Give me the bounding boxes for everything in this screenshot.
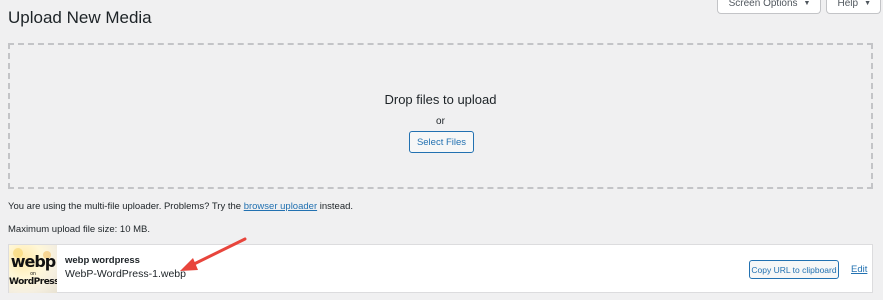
thumbnail-logo-wordpress: WordPress xyxy=(9,277,57,287)
drop-zone-or: or xyxy=(436,116,445,127)
page-title: Upload New Media xyxy=(8,8,152,27)
drop-zone-title: Drop files to upload xyxy=(384,92,497,107)
thumbnail-logo-webp: webp xyxy=(10,252,57,271)
help-button[interactable]: Help ▼ xyxy=(826,0,881,14)
browser-uploader-link[interactable]: browser uploader xyxy=(244,201,317,212)
max-upload-size: Maximum upload file size: 10 MB. xyxy=(8,224,151,235)
upload-media-page: Upload New Media Screen Options ▼ Help ▼… xyxy=(0,0,883,300)
screen-options-button[interactable]: Screen Options ▼ xyxy=(716,0,822,14)
uploader-notice: You are using the multi-file uploader. P… xyxy=(8,201,353,212)
copy-url-button[interactable]: Copy URL to clipboard xyxy=(749,260,839,279)
caret-down-icon: ▼ xyxy=(803,0,811,7)
media-item-filename: WebP-WordPress-1.webp xyxy=(65,268,186,280)
media-item: webp on WordPress webp wordpress WebP-Wo… xyxy=(8,244,873,293)
media-item-title: webp wordpress xyxy=(65,255,140,266)
help-label: Help xyxy=(837,0,859,9)
drop-zone[interactable]: Drop files to upload or Select Files xyxy=(8,43,873,189)
caret-down-icon: ▼ xyxy=(864,0,871,7)
screen-meta-links: Screen Options ▼ Help ▼ xyxy=(716,0,881,14)
media-thumbnail: webp on WordPress xyxy=(9,245,57,293)
select-files-button[interactable]: Select Files xyxy=(409,131,474,153)
edit-link[interactable]: Edit xyxy=(851,264,867,275)
uploader-notice-suffix: instead. xyxy=(317,201,354,212)
uploader-notice-prefix: You are using the multi-file uploader. P… xyxy=(8,201,244,212)
screen-options-label: Screen Options xyxy=(728,0,798,9)
